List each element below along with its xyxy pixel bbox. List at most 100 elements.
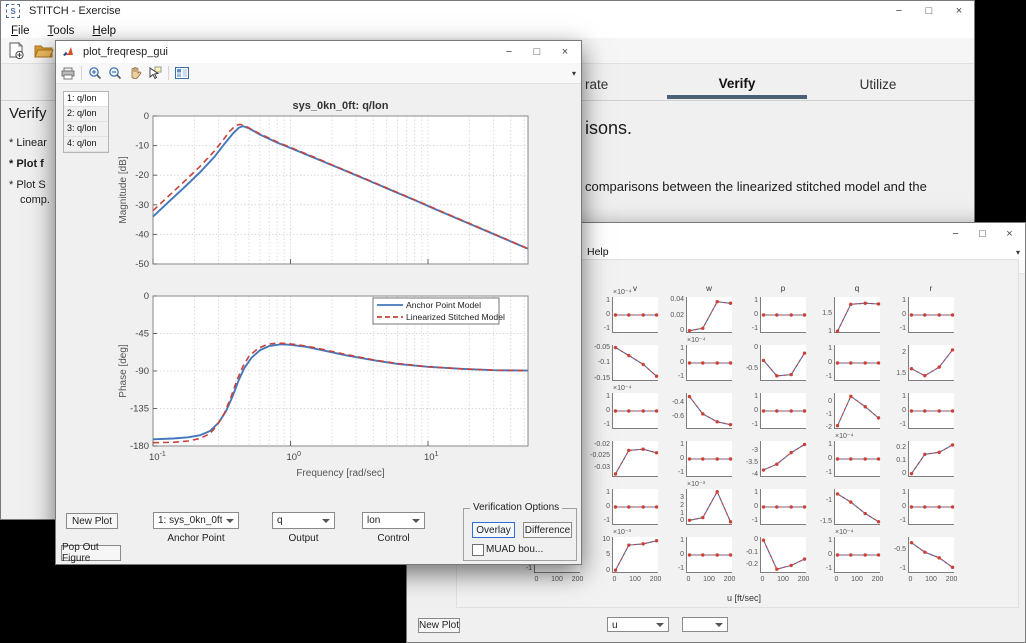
subplot-exponent-label: ×10⁻³ bbox=[687, 480, 705, 488]
subplot-ytick: 0 bbox=[582, 503, 610, 510]
subplot-ytick: 1 bbox=[804, 537, 832, 544]
subplot-xtick: 100 bbox=[699, 576, 719, 583]
menu-file[interactable]: File bbox=[3, 23, 38, 39]
output-dropdown[interactable]: q bbox=[272, 512, 335, 529]
close-button[interactable]: × bbox=[551, 41, 579, 63]
subplot-xtick: 200 bbox=[720, 576, 740, 583]
chevron-down-icon bbox=[322, 519, 330, 523]
tab-generate-fragment[interactable]: rate bbox=[585, 77, 608, 92]
maximize-button[interactable]: □ bbox=[914, 1, 944, 21]
minimize-button[interactable]: − bbox=[495, 41, 523, 63]
sweep-subplot bbox=[908, 297, 954, 333]
subplot-ytick: 1 bbox=[582, 489, 610, 496]
anchor-point-dropdown[interactable]: 1: sys_0kn_0ft bbox=[153, 512, 239, 529]
subplot-ytick: -1 bbox=[582, 517, 610, 524]
subplot-ytick: -1 bbox=[730, 421, 758, 428]
subplot-ytick: 1 bbox=[804, 345, 832, 352]
freqresp-window-controls: − □ × bbox=[495, 41, 579, 63]
dropdown-value: q bbox=[277, 515, 318, 526]
svg-text:Linearized Stitched Model: Linearized Stitched Model bbox=[406, 312, 505, 322]
subplot-xtick: 200 bbox=[646, 576, 666, 583]
sweep-second-dropdown[interactable] bbox=[682, 617, 728, 632]
menu-tools[interactable]: Tools bbox=[40, 23, 83, 39]
muad-checkbox[interactable] bbox=[472, 544, 484, 556]
zoom-out-icon[interactable] bbox=[108, 66, 122, 80]
subplot-ytick: 0 bbox=[730, 503, 758, 510]
subplot-ytick: -1 bbox=[804, 469, 832, 476]
sweep-subplot bbox=[760, 489, 806, 525]
subplot-ytick: -0.4 bbox=[656, 399, 684, 406]
subplot-ytick: 0 bbox=[656, 327, 684, 334]
stitch-icon: S bbox=[6, 4, 20, 18]
subplot-ytick: -1 bbox=[804, 497, 832, 504]
subplot-ytick: -1 bbox=[804, 565, 832, 572]
pop-out-figure-button[interactable]: Pop Out Figure bbox=[61, 545, 121, 561]
print-icon[interactable] bbox=[61, 67, 75, 80]
subplot-ytick: -1 bbox=[582, 325, 610, 332]
sweep-subplot bbox=[686, 489, 732, 525]
subplot-ytick: -0.025 bbox=[582, 452, 610, 459]
subplot-ytick: 0 bbox=[656, 455, 684, 462]
svg-text:-90: -90 bbox=[135, 366, 149, 377]
subplot-ytick: 1 bbox=[656, 441, 684, 448]
verification-options-panel: Verification Options Overlay Difference … bbox=[463, 508, 577, 561]
sweep-series-dropdown[interactable]: u bbox=[607, 617, 669, 632]
bode-ylabel: Phase [deg] bbox=[118, 344, 129, 398]
muad-checkbox-label: MUAD bou... bbox=[486, 544, 543, 555]
svg-text:0: 0 bbox=[144, 111, 149, 122]
subplot-ytick: -3 bbox=[730, 447, 758, 454]
sweep-subplot bbox=[686, 393, 732, 429]
menu-help[interactable]: Help bbox=[84, 23, 124, 39]
subplot-xtick: 100 bbox=[547, 576, 567, 583]
bode-figure: sys_0kn_0ft: q/lon0-10-20-30-40-50Magnit… bbox=[56, 83, 583, 506]
sweep-subplot bbox=[760, 393, 806, 429]
subplot-ytick: 0 bbox=[582, 311, 610, 318]
tab-verify[interactable]: Verify bbox=[691, 76, 783, 91]
minimize-button[interactable]: − bbox=[884, 1, 914, 21]
subplot-ytick: -1 bbox=[504, 565, 532, 572]
pan-hand-icon[interactable] bbox=[128, 66, 142, 80]
sweep-subplot bbox=[686, 345, 732, 381]
control-dropdown[interactable]: lon bbox=[362, 512, 425, 529]
svg-text:-50: -50 bbox=[135, 259, 149, 270]
freqresp-toolbar bbox=[56, 63, 581, 84]
subplot-ytick: 0 bbox=[656, 517, 684, 524]
sweep-subplot bbox=[612, 297, 658, 333]
new-document-icon[interactable] bbox=[8, 42, 25, 60]
response-listbox[interactable]: 1: q/lon2: q/lon3: q/lon4: q/lon bbox=[63, 91, 109, 153]
maximize-button[interactable]: □ bbox=[523, 41, 551, 63]
tab-utilize[interactable]: Utilize bbox=[846, 77, 910, 92]
plot-layout-icon[interactable] bbox=[175, 67, 189, 79]
subplot-ytick: 0 bbox=[804, 398, 832, 405]
subplot-column-title: w bbox=[686, 284, 732, 293]
subplot-xtick: 200 bbox=[942, 576, 962, 583]
bullet-continuation: comp. bbox=[20, 194, 50, 206]
subplot-ytick: 0 bbox=[878, 503, 906, 510]
subplot-ytick: -1 bbox=[878, 325, 906, 332]
listbox-item[interactable]: 2: q/lon bbox=[64, 107, 108, 122]
new-plot-button[interactable]: New Plot bbox=[66, 513, 118, 529]
svg-text:101: 101 bbox=[424, 451, 439, 463]
difference-button[interactable]: Difference bbox=[523, 522, 572, 538]
subplot-ytick: -0.1 bbox=[730, 549, 758, 556]
freqresp-window-title: plot_freqresp_gui bbox=[83, 46, 168, 58]
verification-options-title: Verification Options bbox=[470, 502, 562, 513]
zoom-in-icon[interactable] bbox=[88, 66, 102, 80]
sweep-subplot bbox=[686, 537, 732, 573]
subplot-ytick: -1 bbox=[582, 421, 610, 428]
toolbar-overflow-icon[interactable]: ▾ bbox=[572, 69, 576, 78]
sweep-new-plot-button[interactable]: New Plot bbox=[418, 618, 460, 633]
subplot-ytick: 1 bbox=[582, 297, 610, 304]
overlay-button[interactable]: Overlay bbox=[472, 522, 515, 538]
datatip-icon[interactable] bbox=[148, 66, 162, 80]
open-folder-icon[interactable] bbox=[34, 43, 54, 59]
listbox-item[interactable]: 3: q/lon bbox=[64, 122, 108, 137]
close-button[interactable]: × bbox=[944, 1, 974, 21]
sweep-subplot bbox=[908, 393, 954, 429]
subplot-ytick: -1 bbox=[656, 565, 684, 572]
listbox-item[interactable]: 1: q/lon bbox=[64, 92, 108, 107]
paragraph-fragment: comparisons between the linearized stitc… bbox=[585, 179, 927, 194]
listbox-item[interactable]: 4: q/lon bbox=[64, 137, 108, 152]
subplot-ytick: -0.2 bbox=[730, 561, 758, 568]
dropdown-value: lon bbox=[367, 515, 408, 526]
